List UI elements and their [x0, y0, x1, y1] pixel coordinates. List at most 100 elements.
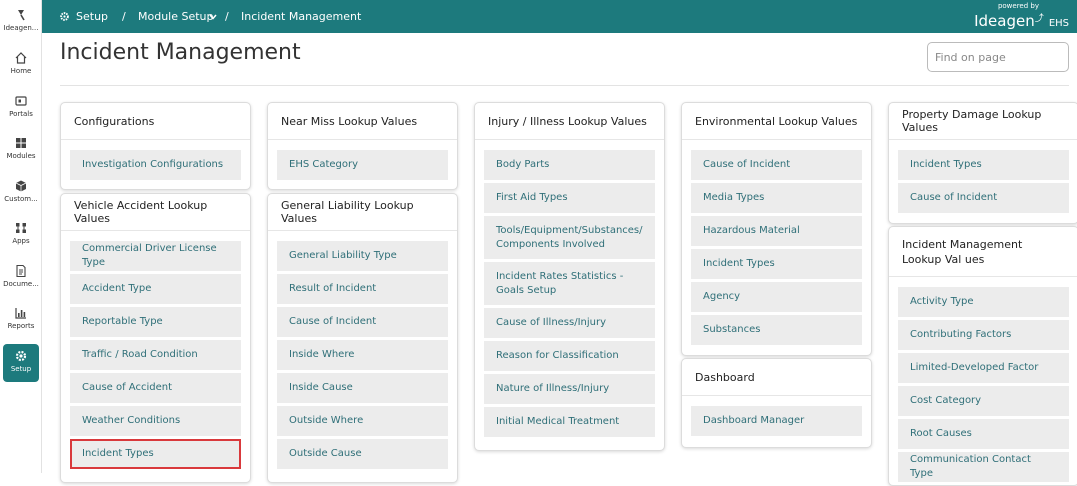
- sidebar-item-label: Portals: [9, 110, 33, 118]
- list-item[interactable]: Tools/Equipment/Substances/ Components I…: [484, 216, 655, 259]
- list-item[interactable]: EHS Category: [277, 150, 448, 180]
- brand-suffix: EHS: [1048, 18, 1069, 29]
- list-item[interactable]: First Aid Types: [484, 183, 655, 213]
- card-title: Incident Management Lookup Val ues: [889, 227, 1077, 277]
- list-item[interactable]: Incident Types: [691, 249, 862, 279]
- sidebar-item-home[interactable]: Home: [0, 51, 42, 91]
- list-item[interactable]: Cause of Illness/Injury: [484, 308, 655, 338]
- breadcrumb-current: Incident Management: [241, 10, 362, 23]
- list-item[interactable]: Cause of Incident: [277, 307, 448, 337]
- sidebar-item-label: Modules: [6, 152, 36, 160]
- list-item[interactable]: Inside Cause: [277, 373, 448, 403]
- breadcrumb-separator: /: [225, 10, 229, 23]
- card-title: Dashboard: [682, 359, 871, 396]
- list-item[interactable]: Outside Cause: [277, 439, 448, 469]
- card-title: Property Damage Lookup Values: [889, 103, 1077, 140]
- card-general-liability: General Liability Lookup Values General …: [267, 193, 458, 483]
- card-configurations: Configurations Investigation Configurati…: [60, 102, 251, 190]
- document-icon: [16, 264, 26, 278]
- sidebar-item-label: Custom...: [4, 195, 38, 203]
- list-item[interactable]: Agency: [691, 282, 862, 312]
- sidebar-item-ideagen[interactable]: Ideagen...: [0, 8, 42, 48]
- card-title: General Liability Lookup Values: [268, 194, 457, 231]
- list-item[interactable]: Media Types: [691, 183, 862, 213]
- list-item[interactable]: Communication Contact Type: [898, 452, 1069, 482]
- list-item[interactable]: Result of Incident: [277, 274, 448, 304]
- sidebar-item-apps[interactable]: Apps: [0, 221, 42, 261]
- sidebar-item-label: Apps: [12, 237, 30, 245]
- card-injury-illness: Injury / Illness Lookup Values Body Part…: [474, 102, 665, 451]
- card-title: Configurations: [61, 103, 250, 140]
- list-item[interactable]: Cause of Incident: [691, 150, 862, 180]
- sidebar-item-custom[interactable]: Custom...: [0, 179, 42, 219]
- list-item[interactable]: Cost Category: [898, 386, 1069, 416]
- card-vehicle-accident: Vehicle Accident Lookup Values Commercia…: [60, 193, 251, 483]
- list-item[interactable]: Cause of Accident: [70, 373, 241, 403]
- list-item[interactable]: Investigation Configurations: [70, 150, 241, 180]
- list-item[interactable]: Commercial Driver License Type: [70, 241, 241, 271]
- breadcrumb-module-setup[interactable]: Module Setup: [138, 0, 214, 34]
- brand-mark-icon: ⤴: [1034, 14, 1044, 24]
- list-item[interactable]: Outside Where: [277, 406, 448, 436]
- list-item[interactable]: Activity Type: [898, 287, 1069, 317]
- gear-icon: [60, 12, 69, 21]
- list-item[interactable]: Reportable Type: [70, 307, 241, 337]
- list-item[interactable]: Root Causes: [898, 419, 1069, 449]
- list-item[interactable]: General Liability Type: [277, 241, 448, 271]
- sidebar-item-modules[interactable]: Modules: [0, 136, 42, 176]
- powered-by-label: powered by: [997, 2, 1039, 10]
- list-item[interactable]: Body Parts: [484, 150, 655, 180]
- sidebar-item-label: Docume...: [3, 280, 39, 288]
- list-item[interactable]: Traffic / Road Condition: [70, 340, 241, 370]
- list-item[interactable]: Initial Medical Treatment: [484, 407, 655, 437]
- modules-grid-icon: [16, 138, 26, 148]
- list-item[interactable]: Accident Type: [70, 274, 241, 304]
- card-dashboard: Dashboard Dashboard Manager: [681, 358, 872, 448]
- card-title: Vehicle Accident Lookup Values: [61, 194, 250, 231]
- custom-cube-icon: [15, 180, 27, 192]
- page-title: Incident Management: [60, 40, 301, 65]
- home-icon: [15, 52, 27, 64]
- card-environmental: Environmental Lookup Values Cause of Inc…: [681, 102, 872, 356]
- breadcrumb-setup[interactable]: Setup: [76, 0, 108, 34]
- sidebar-item-documents[interactable]: Docume...: [0, 264, 42, 304]
- list-item[interactable]: Contributing Factors: [898, 320, 1069, 350]
- list-item[interactable]: Substances: [691, 315, 862, 345]
- card-incident-management-lookup: Incident Management Lookup Val ues Activ…: [888, 226, 1077, 486]
- sidebar-item-label: Home: [10, 67, 32, 75]
- header-divider: [60, 85, 1069, 86]
- sidebar-item-setup[interactable]: Setup: [3, 344, 39, 382]
- list-item[interactable]: Weather Conditions: [70, 406, 241, 436]
- find-on-page-input[interactable]: [927, 42, 1069, 72]
- ideagen-logo-icon: [18, 10, 25, 21]
- list-item[interactable]: Limited-Developed Factor: [898, 353, 1069, 383]
- card-near-miss: Near Miss Lookup Values EHS Category: [267, 102, 458, 190]
- breadcrumb-separator: /: [122, 10, 126, 23]
- card-title: Near Miss Lookup Values: [268, 103, 457, 140]
- brand-logo: powered by Ideagen⤴ EHS: [974, 2, 1069, 30]
- portals-icon: [15, 96, 27, 106]
- apps-icon: [16, 223, 26, 233]
- list-item[interactable]: Dashboard Manager: [691, 406, 862, 436]
- card-title: Environmental Lookup Values: [682, 103, 871, 140]
- sidebar-item-reports[interactable]: Reports: [0, 306, 42, 346]
- list-item[interactable]: Hazardous Material: [691, 216, 862, 246]
- top-navigation-bar: Setup / Module Setup / Incident Manageme…: [42, 0, 1077, 33]
- brand-name: Ideagen: [974, 12, 1035, 30]
- list-item[interactable]: Cause of Incident: [898, 183, 1069, 213]
- sidebar-item-label: Ideagen...: [3, 24, 39, 32]
- list-item[interactable]: Reason for Classification: [484, 341, 655, 371]
- list-item[interactable]: Incident Rates Statistics - Goals Setup: [484, 262, 655, 305]
- left-sidebar: Ideagen... Home Portals Modules Custom..…: [0, 0, 42, 473]
- card-property-damage: Property Damage Lookup Values Incident T…: [888, 102, 1077, 224]
- reports-chart-icon: [15, 308, 26, 319]
- card-title: Injury / Illness Lookup Values: [475, 103, 664, 140]
- list-item[interactable]: Inside Where: [277, 340, 448, 370]
- list-item[interactable]: Nature of Illness/Injury: [484, 374, 655, 404]
- sidebar-item-label: Setup: [10, 365, 32, 373]
- list-item-selected[interactable]: Incident Types: [70, 439, 241, 469]
- sidebar-item-portals[interactable]: Portals: [0, 94, 42, 134]
- gear-icon: [15, 350, 27, 362]
- list-item[interactable]: Incident Types: [898, 150, 1069, 180]
- chevron-down-icon[interactable]: [209, 14, 217, 20]
